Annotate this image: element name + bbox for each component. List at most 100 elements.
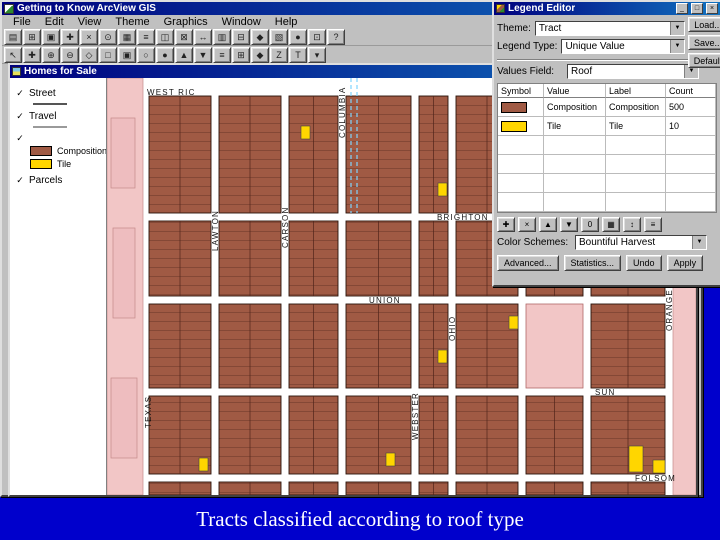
table-cell-symbol[interactable] — [498, 117, 544, 136]
view-title: Homes for Sale — [24, 66, 97, 77]
button-load[interactable]: Load... — [688, 17, 720, 32]
table-cell-label[interactable]: Tile — [606, 117, 666, 136]
button-statistics[interactable]: Statistics... — [563, 255, 622, 271]
toolbar-row-1-button-10[interactable]: ⊠ — [175, 28, 193, 45]
toolbar-row-1-button-18[interactable]: ? — [327, 28, 345, 45]
button-save[interactable]: Save... — [688, 35, 720, 50]
button-apply[interactable]: Apply — [666, 255, 704, 271]
toolbar-row-1-button-4[interactable]: ✚ — [61, 28, 79, 45]
toolbar-row-2-button-14[interactable]: ◆ — [251, 46, 269, 63]
theme-checkbox[interactable]: ✓ — [15, 89, 25, 98]
values-field-combobox[interactable]: Roof ▼ — [567, 64, 699, 79]
legend-tool-button-8[interactable]: ≡ — [644, 217, 662, 232]
toolbar-row-1-button-16[interactable]: ● — [289, 28, 307, 45]
toolbar-row-2-button-12[interactable]: ≡ — [213, 46, 231, 63]
toolbar-row-2-button-8[interactable]: ○ — [137, 46, 155, 63]
legend-tool-button-7[interactable]: ↕ — [623, 217, 641, 232]
theme-combobox[interactable]: Tract ▼ — [534, 21, 685, 36]
button-default[interactable]: Default — [688, 53, 720, 68]
legend-tool-button-2[interactable]: × — [518, 217, 536, 232]
close-button[interactable]: × — [706, 3, 718, 14]
menu-window[interactable]: Window — [215, 16, 268, 28]
button-advanced[interactable]: Advanced... — [497, 255, 559, 271]
svg-text:COLUMBIA: COLUMBIA — [338, 87, 347, 138]
minimize-button[interactable]: _ — [676, 3, 688, 14]
table-cell-count[interactable]: 500 — [666, 98, 716, 117]
legend-editor-icon — [496, 4, 505, 13]
toolbar-row-1-button-9[interactable]: ◫ — [156, 28, 174, 45]
theme-label: Travel — [29, 111, 57, 122]
legend-tool-button-5[interactable]: 0 — [581, 217, 599, 232]
toolbar-row-1-button-1[interactable]: ▤ — [4, 28, 22, 45]
legend-tool-button-4[interactable]: ▼ — [560, 217, 578, 232]
toolbar-row-2-button-3[interactable]: ⊕ — [42, 46, 60, 63]
legend-tool-button-3[interactable]: ▲ — [539, 217, 557, 232]
menu-file[interactable]: File — [6, 16, 38, 28]
legend-editor-titlebar[interactable]: Legend Editor _ □ × — [494, 2, 720, 15]
theme-item[interactable]: ✓ — [15, 134, 106, 143]
table-cell-empty — [498, 155, 544, 174]
toolbar-row-2-button-16[interactable]: T — [289, 46, 307, 63]
toolbar-row-1-button-2[interactable]: ⊞ — [23, 28, 41, 45]
menu-theme[interactable]: Theme — [108, 16, 156, 28]
menu-edit[interactable]: Edit — [38, 16, 71, 28]
table-cell-empty — [498, 136, 544, 155]
toolbar-row-1-button-6[interactable]: ⊙ — [99, 28, 117, 45]
side-buttons: Load... Save... Default — [688, 17, 720, 68]
svg-text:CARSON: CARSON — [281, 207, 290, 248]
chevron-down-icon[interactable]: ▼ — [670, 40, 684, 53]
toolbar-row-2-button-4[interactable]: ⊖ — [61, 46, 79, 63]
toolbar-row-1-button-7[interactable]: ▦ — [118, 28, 136, 45]
toolbar-row-2-button-5[interactable]: ◇ — [80, 46, 98, 63]
table-cell-value[interactable]: Composition — [544, 98, 606, 117]
table-cell-symbol[interactable] — [498, 98, 544, 117]
toolbar-row-2-button-2[interactable]: ✚ — [23, 46, 41, 63]
theme-item[interactable]: ✓ Travel — [15, 111, 106, 122]
toolbar-row-2-button-9[interactable]: ● — [156, 46, 174, 63]
toolbar-row-2-button-1[interactable]: ↖ — [4, 46, 22, 63]
theme-checkbox[interactable]: ✓ — [15, 176, 25, 185]
toolbar-row-2-button-17[interactable]: ▾ — [308, 46, 326, 63]
toolbar-row-1-button-15[interactable]: ▧ — [270, 28, 288, 45]
table-header: Value — [544, 84, 606, 98]
toolbar-row-2-button-13[interactable]: ⊞ — [232, 46, 250, 63]
maximize-button[interactable]: □ — [691, 3, 703, 14]
chevron-down-icon[interactable]: ▼ — [670, 22, 684, 35]
legend-tool-button-6[interactable]: ▦ — [602, 217, 620, 232]
view-window-icon — [12, 67, 21, 76]
legend-type-combobox[interactable]: Unique Value ▼ — [561, 39, 685, 54]
theme-item[interactable]: ✓ Parcels — [15, 175, 106, 186]
legend-tool-button-1[interactable]: ✚ — [497, 217, 515, 232]
table-cell-empty — [666, 174, 716, 193]
toolbar-row-2-button-7[interactable]: ▣ — [118, 46, 136, 63]
menu-view[interactable]: View — [71, 16, 109, 28]
toolbar-row-1-button-5[interactable]: × — [80, 28, 98, 45]
table-cell-label[interactable]: Composition — [606, 98, 666, 117]
table-cell-count[interactable]: 10 — [666, 117, 716, 136]
toolbar-row-2-button-10[interactable]: ▲ — [175, 46, 193, 63]
arcview-title: Getting to Know ArcView GIS — [17, 3, 156, 14]
toolbar-row-1-button-3[interactable]: ▣ — [42, 28, 60, 45]
table-cell-value[interactable]: Tile — [544, 117, 606, 136]
theme-item[interactable]: ✓ Street — [15, 88, 106, 99]
theme-symbol — [33, 126, 67, 128]
toolbar-row-2-button-11[interactable]: ▼ — [194, 46, 212, 63]
theme-label: Theme: — [497, 23, 531, 34]
theme-checkbox[interactable]: ✓ — [15, 134, 25, 143]
bottom-buttons: Advanced... Statistics... Undo Apply — [497, 255, 717, 271]
chevron-down-icon[interactable]: ▼ — [692, 236, 706, 249]
toolbar-row-1-button-8[interactable]: ≡ — [137, 28, 155, 45]
toolbar-row-2-button-15[interactable]: Z — [270, 46, 288, 63]
menu-graphics[interactable]: Graphics — [157, 16, 215, 28]
toolbar-row-1-button-13[interactable]: ⊟ — [232, 28, 250, 45]
toolbar-row-1-button-14[interactable]: ◆ — [251, 28, 269, 45]
toolbar-row-1-button-12[interactable]: ▥ — [213, 28, 231, 45]
button-undo[interactable]: Undo — [626, 255, 662, 271]
menu-help[interactable]: Help — [268, 16, 305, 28]
color-schemes-combobox[interactable]: Bountiful Harvest ▼ — [575, 235, 707, 250]
toolbar-row-1-button-11[interactable]: ↔ — [194, 28, 212, 45]
toolbar-row-2-button-6[interactable]: □ — [99, 46, 117, 63]
table-cell-empty — [606, 136, 666, 155]
theme-checkbox[interactable]: ✓ — [15, 112, 25, 121]
toolbar-row-1-button-17[interactable]: ⊡ — [308, 28, 326, 45]
